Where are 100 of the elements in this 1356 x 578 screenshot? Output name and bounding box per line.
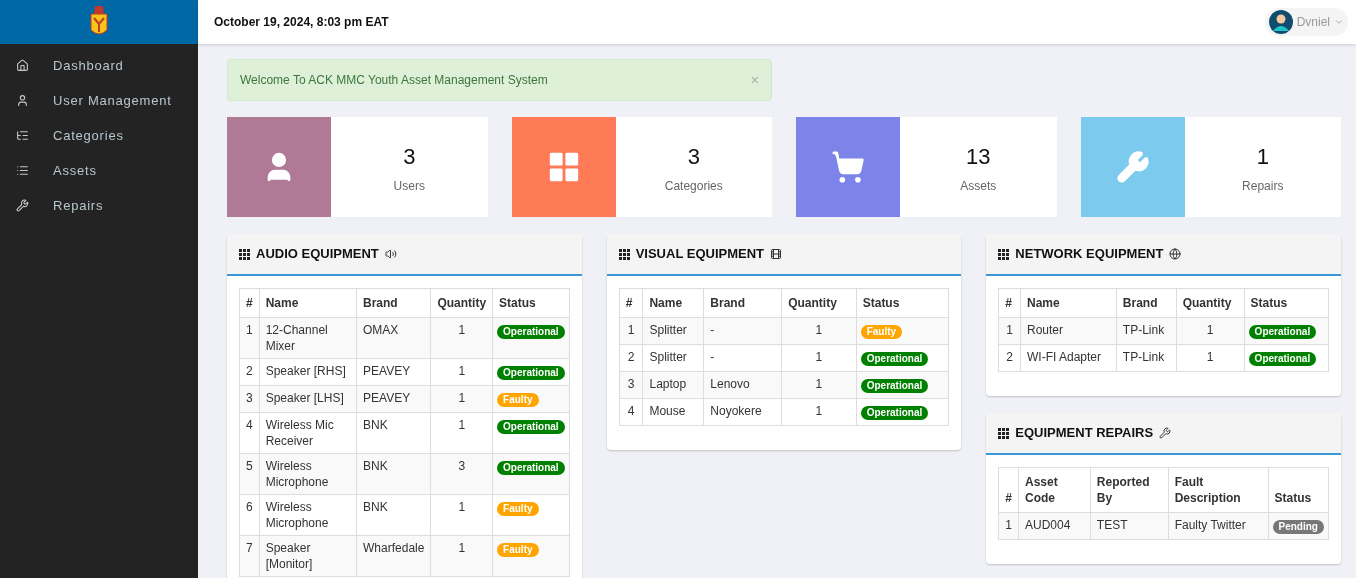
- table-cell: AUD004: [1018, 512, 1091, 540]
- column-header: Fault Description: [1168, 467, 1268, 513]
- column-header: Name: [642, 288, 704, 318]
- table-cell: BNK: [356, 494, 431, 536]
- avatar-icon: [1268, 10, 1293, 34]
- list-icon: [16, 164, 29, 177]
- status-badge: Faulty: [497, 393, 539, 407]
- column-header: Status: [492, 288, 570, 318]
- tree-icon: [16, 129, 29, 142]
- table-cell: 6: [239, 494, 260, 536]
- table-cell: 5: [239, 453, 260, 495]
- status-badge: Faulty: [497, 502, 539, 516]
- column-header: Name: [1020, 288, 1117, 318]
- table-cell: OMAX: [356, 317, 431, 359]
- stat-label: Categories: [664, 177, 723, 195]
- wrench-icon: [1115, 150, 1150, 184]
- table-cell: 1: [781, 398, 857, 426]
- column-header: Reported By: [1090, 467, 1169, 513]
- stat-value: 1: [1256, 142, 1269, 171]
- table-cell: TP-Link: [1116, 317, 1177, 345]
- table-cell: 1: [781, 317, 857, 345]
- table-cell: BNK: [356, 412, 431, 454]
- column-header: Brand: [356, 288, 431, 318]
- column-header: Status: [1268, 467, 1329, 513]
- panel-title: NETWORK EQUIPMENT: [1015, 245, 1164, 264]
- table-cell: 1: [430, 412, 493, 454]
- sidebar-item[interactable]: Dashboard: [0, 48, 198, 83]
- date-time: October 19, 2024, 8:03 pm EAT: [214, 14, 389, 31]
- user-icon: [16, 94, 29, 107]
- status-badge: Operational: [860, 406, 929, 420]
- cart-icon: [831, 150, 865, 184]
- table-cell: 2: [619, 344, 643, 372]
- sidebar-item[interactable]: Repairs: [0, 188, 198, 223]
- status-badge: Operational: [1248, 352, 1317, 366]
- table-cell: Speaker [Monitor]: [259, 535, 357, 577]
- table-cell: TP-Link: [1116, 344, 1177, 372]
- stat-value: 3: [403, 142, 416, 171]
- table-cell: 1: [998, 512, 1019, 540]
- sidebar-item[interactable]: Assets: [0, 153, 198, 188]
- status-badge: Faulty: [497, 543, 539, 557]
- table-cell: 1: [430, 494, 493, 536]
- table-cell: 3: [239, 385, 260, 413]
- table-cell: 1: [430, 535, 493, 577]
- status-badge: Pending: [1272, 520, 1324, 534]
- column-header: Name: [259, 288, 357, 318]
- column-header: #: [619, 288, 643, 318]
- table-cell: Faulty Twitter: [1168, 512, 1268, 540]
- speaker-icon: [384, 248, 397, 260]
- table-cell: 1: [1176, 317, 1245, 345]
- column-header: Status: [856, 288, 949, 318]
- table-cell: 2: [998, 344, 1021, 372]
- column-header: Brand: [1116, 288, 1177, 318]
- table-cell: Speaker [LHS]: [259, 385, 357, 413]
- status-badge: Operational: [860, 352, 929, 366]
- column-header: Asset Code: [1018, 467, 1091, 513]
- status-badge: Operational: [497, 420, 565, 434]
- table-cell: BNK: [356, 453, 431, 495]
- table-cell: -: [703, 317, 782, 345]
- table-cell: 1: [781, 344, 857, 372]
- table-cell: Splitter: [642, 344, 704, 372]
- status-badge: Faulty: [860, 325, 903, 339]
- table-cell: Speaker [RHS]: [259, 358, 357, 386]
- film-icon: [770, 248, 782, 260]
- sidebar-item[interactable]: User Management: [0, 83, 198, 118]
- alert-text: Welcome To ACK MMC Youth Asset Management System: [240, 72, 548, 89]
- panel-title: EQUIPMENT REPAIRS: [1015, 424, 1154, 443]
- table-cell: Wireless Mic Receiver: [259, 412, 357, 454]
- table-cell: 3: [430, 453, 493, 495]
- stat-value: 3: [687, 142, 700, 171]
- sidebar-item[interactable]: Categories: [0, 118, 198, 153]
- column-header: Quantity: [781, 288, 857, 318]
- stat-label: Assets: [960, 177, 997, 195]
- table-cell: Splitter: [642, 317, 704, 345]
- home-icon: [16, 59, 29, 72]
- table-cell: WI-FI Adapter: [1020, 344, 1117, 372]
- grid-icon: [998, 427, 1010, 439]
- grid-icon: [239, 248, 250, 260]
- panel-title: VISUAL EQUIPMENT: [635, 245, 764, 264]
- panel-title: AUDIO EQUIPMENT: [256, 245, 379, 264]
- status-badge: Operational: [497, 461, 565, 475]
- status-badge: Operational: [497, 325, 565, 339]
- column-header: Brand: [703, 288, 782, 318]
- table-cell: 2: [239, 358, 260, 386]
- table-cell: 1: [1176, 344, 1245, 372]
- table-cell: 1: [781, 371, 857, 399]
- table-cell: Mouse: [642, 398, 704, 426]
- column-header: Quantity: [1176, 288, 1245, 318]
- table-cell: -: [703, 344, 782, 372]
- table-cell: 7: [239, 535, 260, 577]
- column-header: Quantity: [430, 288, 493, 318]
- table-cell: TEST: [1090, 512, 1169, 540]
- table-cell: 1: [998, 317, 1021, 345]
- status-badge: Operational: [1248, 325, 1317, 339]
- table-cell: 4: [239, 412, 260, 454]
- column-header: #: [998, 467, 1019, 513]
- table-cell: Laptop: [642, 371, 704, 399]
- table-cell: PEAVEY: [356, 385, 431, 413]
- globe-icon: [1169, 248, 1182, 260]
- wrench-icon: [1159, 427, 1172, 439]
- grid-icon: [998, 248, 1010, 260]
